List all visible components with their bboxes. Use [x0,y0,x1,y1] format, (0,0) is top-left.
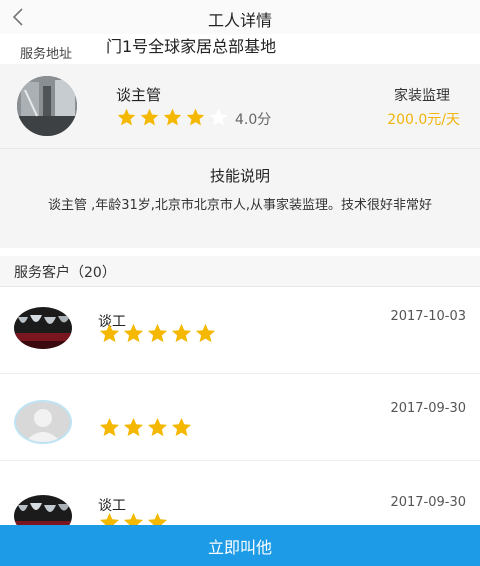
address-label: 服务地址 [20,47,73,62]
star-icon [171,417,192,437]
star-icon [171,323,192,343]
worker-role: 家装监理 [394,88,450,104]
address-row: 服务地址 门1号全球家居总部基地 [0,34,480,65]
star-icon [123,417,144,437]
review-rating-stars [98,322,217,345]
review-date: 2017-09-30 [390,495,466,510]
worker-score: 4.0分 [235,112,272,128]
star-icon [140,108,159,126]
worker-card: 谈主管 4.0分 家装监理 200.0元/天 [0,64,480,148]
section-divider [0,248,480,256]
star-icon [147,417,168,437]
review-item[interactable]: 谈工 2017-09-30 [0,461,480,537]
star-icon [99,323,120,343]
call-worker-button[interactable]: 立即叫他 [0,525,480,566]
customers-header: 服务客户（20） [0,256,480,287]
skills-description: 谈主管 ,年龄31岁,北京市北京市人,从事家装监理。技术很好非常好 [47,198,433,213]
page-title: 工人详情 [207,11,272,30]
star-icon [99,417,120,437]
star-icon [147,323,168,343]
worker-name: 谈主管 [116,86,162,104]
customers-title: 服务客户（20） [14,265,116,281]
review-date: 2017-10-03 [390,309,466,324]
star-icon [209,108,228,126]
top-bar: 工人详情 [0,0,480,35]
star-icon [195,323,216,343]
worker-avatar [17,76,77,136]
skills-section: 技能说明 谈主管 ,年龄31岁,北京市北京市人,从事家装监理。技术很好非常好 [0,148,480,249]
star-icon [163,108,182,126]
review-item[interactable]: 谈工 2017-10-03 [0,287,480,374]
address-value: 门1号全球家居总部基地 [106,37,277,56]
star-icon [117,108,136,126]
worker-rating-stars [116,107,229,128]
review-date: 2017-09-30 [390,401,466,416]
default-user-icon [14,400,72,444]
star-icon [186,108,205,126]
skills-title: 技能说明 [209,167,270,185]
star-icon [123,323,144,343]
worker-price: 200.0元/天 [387,112,460,128]
reviewer-avatar [14,307,72,349]
review-rating-stars [98,416,193,439]
review-item[interactable]: 2017-09-30 [0,374,480,461]
